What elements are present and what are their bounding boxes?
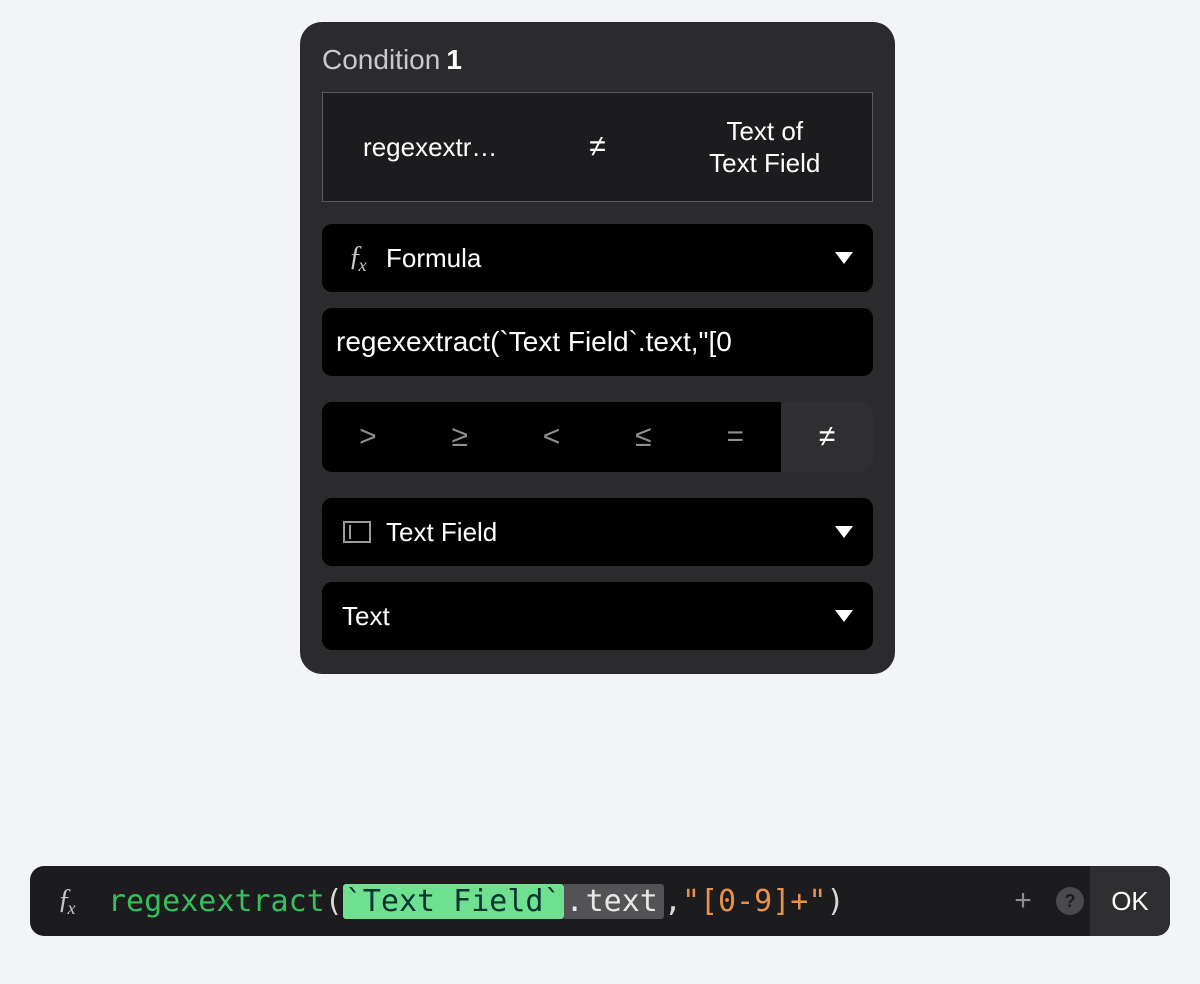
target-select[interactable]: Text Field — [322, 498, 873, 566]
chevron-down-icon — [835, 526, 853, 538]
condition-title-label: Condition — [322, 44, 440, 76]
token-function: regexextract — [108, 884, 325, 919]
condition-summary-left: regexextr… — [323, 93, 538, 201]
condition-title: Condition 1 — [322, 44, 873, 76]
operator-row: > ≥ < ≤ = ≠ — [322, 402, 873, 472]
operator-gte[interactable]: ≥ — [414, 402, 506, 472]
operator-lte[interactable]: ≤ — [597, 402, 689, 472]
condition-title-number: 1 — [446, 44, 462, 76]
condition-summary[interactable]: regexextr… ≠ Text of Text Field — [322, 92, 873, 202]
condition-summary-right-line1: Text of — [726, 115, 803, 148]
text-field-icon — [342, 517, 372, 547]
condition-type-select[interactable]: ƒx Formula — [322, 224, 873, 292]
token-close-paren: ) — [826, 884, 844, 919]
operator-eq[interactable]: = — [689, 402, 781, 472]
token-reference: `Text Field` — [343, 884, 564, 919]
operator-lt[interactable]: < — [506, 402, 598, 472]
formula-bar-icon: ƒx — [30, 866, 102, 936]
formula-input[interactable]: regexextract(`Text Field`.text,"[0 — [322, 308, 873, 376]
condition-summary-operator: ≠ — [538, 93, 658, 201]
help-button[interactable]: ? — [1056, 887, 1084, 915]
condition-summary-right: Text of Text Field — [658, 93, 873, 201]
formula-icon: ƒx — [342, 243, 372, 273]
formula-input-text: regexextract(`Text Field`.text,"[0 — [336, 326, 732, 358]
token-string: "[0-9]+" — [682, 884, 827, 919]
condition-summary-right-line2: Text Field — [709, 147, 820, 180]
operator-gt[interactable]: > — [322, 402, 414, 472]
chevron-down-icon — [835, 252, 853, 264]
formula-bar-input[interactable]: regexextract ( `Text Field` . text , "[0… — [102, 866, 996, 936]
add-button[interactable]: + — [1008, 886, 1038, 916]
token-dot: . — [564, 884, 586, 919]
target-select-label: Text Field — [386, 517, 497, 548]
condition-panel: Condition 1 regexextr… ≠ Text of Text Fi… — [300, 22, 895, 674]
chevron-down-icon — [835, 610, 853, 622]
token-property: text — [586, 884, 664, 919]
operator-neq[interactable]: ≠ — [781, 402, 873, 472]
token-open-paren: ( — [325, 884, 343, 919]
ok-button[interactable]: OK — [1090, 866, 1170, 936]
property-select-label: Text — [342, 601, 390, 632]
token-comma: , — [664, 884, 682, 919]
condition-type-label: Formula — [386, 243, 481, 274]
formula-bar: ƒx regexextract ( `Text Field` . text , … — [30, 866, 1170, 936]
property-select[interactable]: Text — [322, 582, 873, 650]
formula-bar-actions: + ? — [996, 866, 1090, 936]
